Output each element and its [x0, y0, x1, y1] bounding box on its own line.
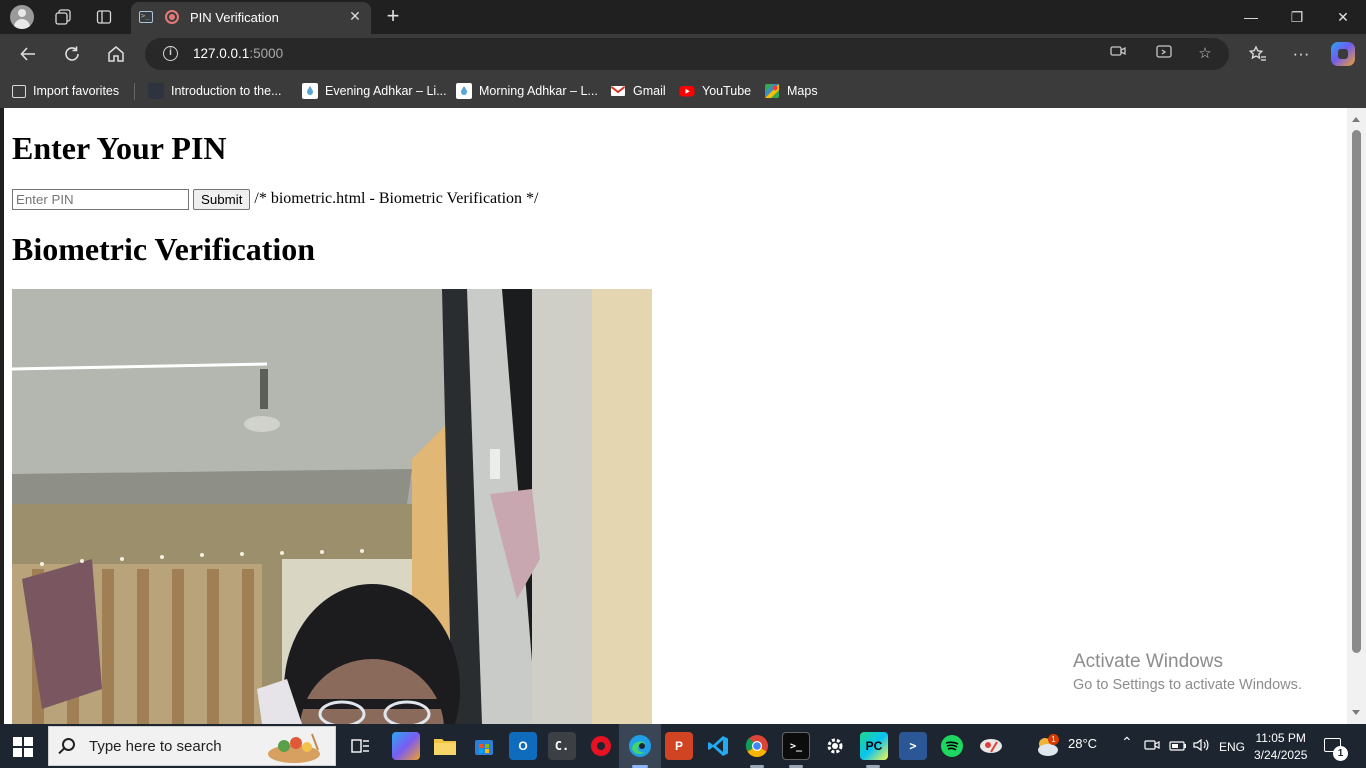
- favorite-maps[interactable]: Maps: [764, 82, 818, 100]
- submit-button[interactable]: Submit: [193, 188, 251, 210]
- url-text[interactable]: 127.0.0.1:5000: [193, 46, 283, 61]
- site-info-icon[interactable]: i: [163, 46, 178, 61]
- home-button[interactable]: [102, 41, 130, 67]
- recorder-icon[interactable]: [587, 732, 615, 760]
- favorite-morning-adhkar[interactable]: Morning Adhkar – L...: [456, 82, 598, 100]
- drop-icon: [456, 83, 472, 99]
- windows-taskbar: Type here to search O C. P >_ PC > 1 28°…: [0, 724, 1366, 768]
- weather-icon[interactable]: 1: [1035, 734, 1061, 758]
- weather-temperature: 28°C: [1068, 736, 1098, 751]
- new-tab-button[interactable]: +: [380, 3, 406, 29]
- copilot-taskbar-icon[interactable]: [392, 732, 420, 760]
- copilot-icon[interactable]: [1331, 42, 1355, 66]
- page-viewport: Enter Your PIN Submit /* biometric.html …: [4, 108, 1347, 724]
- refresh-button[interactable]: [58, 41, 86, 67]
- task-view-icon[interactable]: [346, 732, 374, 760]
- favorites-icon[interactable]: [1244, 41, 1272, 67]
- settings-gear-icon[interactable]: [821, 732, 849, 760]
- tab-pin-verification[interactable]: >_ PIN Verification ✕: [131, 2, 371, 34]
- favorite-youtube[interactable]: YouTube: [679, 82, 751, 100]
- import-icon: [12, 84, 26, 98]
- favorite-evening-adhkar[interactable]: Evening Adhkar – Li...: [302, 82, 447, 100]
- gmail-icon: [610, 83, 626, 99]
- scroll-down-arrow-icon[interactable]: [1352, 710, 1360, 715]
- tab-close-icon[interactable]: ✕: [347, 8, 363, 25]
- camera-video-feed: [12, 289, 652, 724]
- pin-form: Submit /* biometric.html - Biometric Ver…: [12, 188, 538, 210]
- spotify-icon[interactable]: [938, 732, 966, 760]
- favorite-star-icon[interactable]: ☆: [1194, 44, 1216, 64]
- vscode-icon[interactable]: [704, 732, 732, 760]
- workspaces-icon[interactable]: [50, 5, 76, 29]
- page-icon: [148, 83, 164, 99]
- activate-windows-watermark: Activate Windows Go to Settings to activ…: [1073, 651, 1302, 693]
- favorite-introduction[interactable]: Introduction to the...: [148, 82, 282, 100]
- camera-tray-icon[interactable]: [1144, 737, 1160, 756]
- more-options-icon[interactable]: ···: [1287, 41, 1315, 67]
- close-window-button[interactable]: ✕: [1320, 4, 1366, 30]
- tab-actions-icon[interactable]: [91, 5, 117, 29]
- system-clock[interactable]: 11:05 PM 3/24/2025: [1254, 730, 1307, 764]
- minimize-button[interactable]: —: [1228, 4, 1274, 30]
- edge-browser-icon[interactable]: [626, 732, 654, 760]
- tab-strip: >_ PIN Verification ✕ + — ❐ ✕: [0, 0, 1366, 34]
- terminal-favicon-icon: >_: [139, 11, 153, 23]
- notification-count-badge: 1: [1333, 746, 1348, 761]
- comment-text: /* biometric.html - Biometric Verificati…: [254, 190, 539, 207]
- tab-title: PIN Verification: [190, 10, 279, 25]
- search-icon: [62, 738, 75, 751]
- app-available-icon[interactable]: [1153, 44, 1175, 64]
- recording-indicator-icon: [165, 10, 179, 24]
- outlook-icon[interactable]: O: [509, 732, 537, 760]
- youtube-icon: [679, 83, 695, 99]
- drop-icon: [302, 83, 318, 99]
- microsoft-store-icon[interactable]: [470, 732, 498, 760]
- start-button[interactable]: [13, 737, 33, 757]
- favorite-gmail[interactable]: Gmail: [610, 82, 666, 100]
- powershell-icon[interactable]: >: [899, 732, 927, 760]
- navigation-bar: i 127.0.0.1:5000 ☆ ···: [0, 34, 1366, 74]
- back-button[interactable]: [14, 41, 42, 67]
- favorite-import[interactable]: Import favorites: [12, 82, 119, 100]
- scroll-up-arrow-icon[interactable]: [1352, 117, 1360, 122]
- clion-icon[interactable]: C.: [548, 732, 576, 760]
- restore-button[interactable]: ❐: [1274, 4, 1320, 30]
- pycharm-icon[interactable]: PC: [860, 732, 888, 760]
- scrollbar-thumb[interactable]: [1352, 130, 1361, 653]
- language-indicator[interactable]: ENG: [1219, 740, 1245, 754]
- pin-heading: Enter Your PIN: [12, 130, 227, 166]
- snipping-tool-icon[interactable]: [977, 732, 1005, 760]
- search-highlight-icon[interactable]: [262, 730, 328, 764]
- profile-avatar[interactable]: [10, 5, 34, 29]
- volume-icon[interactable]: [1192, 736, 1210, 757]
- network-icon[interactable]: [1168, 737, 1186, 756]
- powerpoint-icon[interactable]: P: [665, 732, 693, 760]
- favorites-divider: [134, 83, 135, 100]
- weather-alert-badge: 1: [1048, 734, 1059, 745]
- file-explorer-icon[interactable]: [431, 732, 459, 760]
- address-bar[interactable]: i 127.0.0.1:5000 ☆: [145, 38, 1229, 70]
- camera-in-use-icon[interactable]: [1107, 44, 1129, 64]
- favorites-bar: Import favorites Introduction to the... …: [0, 74, 1366, 108]
- terminal-icon[interactable]: >_: [782, 732, 810, 760]
- page-scrollbar[interactable]: [1347, 108, 1366, 724]
- biometric-heading: Biometric Verification: [12, 231, 316, 267]
- pin-input[interactable]: [12, 188, 189, 210]
- chrome-icon[interactable]: [743, 732, 771, 760]
- maps-icon: [764, 83, 780, 99]
- show-hidden-icons-chevron-icon[interactable]: ⌃: [1121, 734, 1133, 751]
